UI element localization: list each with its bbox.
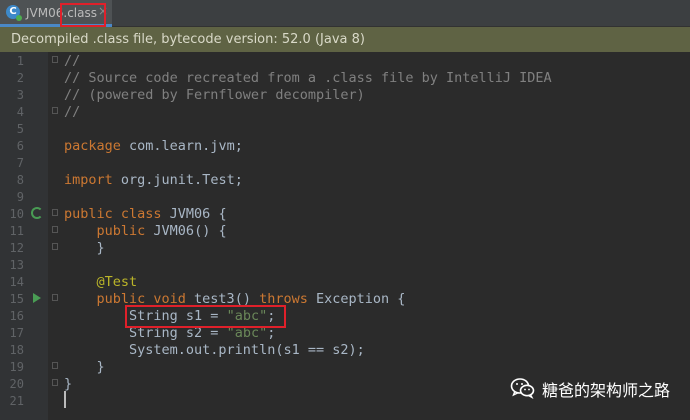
line-number: 5 xyxy=(16,122,24,136)
code-line: 16 String s1 = "abc"; xyxy=(0,307,690,324)
fold-start-icon[interactable] xyxy=(52,56,58,63)
code-line: 6 package com.learn.jvm; xyxy=(0,137,690,154)
line-number: 17 xyxy=(9,326,24,340)
close-tab-icon[interactable]: × xyxy=(98,4,108,18)
wechat-icon xyxy=(510,378,535,400)
code-text: package com.learn.jvm; xyxy=(64,138,243,154)
line-number: 2 xyxy=(16,71,24,85)
code-text: public JVM06() { xyxy=(96,223,227,239)
code-text: String s1 = "abc"; xyxy=(64,308,276,324)
java-class-icon: C xyxy=(6,5,22,21)
code-line: 3 // (powered by Fernflower decompiler) xyxy=(0,86,690,103)
code-text: } xyxy=(64,240,105,256)
fold-end-icon[interactable] xyxy=(52,107,58,114)
line-number: 10 xyxy=(9,207,24,221)
code-line: 2 // Source code recreated from a .class… xyxy=(0,69,690,86)
code-line: 13 xyxy=(0,256,690,273)
line-number: 20 xyxy=(9,377,24,391)
line-number: 11 xyxy=(9,224,24,238)
decompiled-notice-banner: Decompiled .class file, bytecode version… xyxy=(0,27,690,52)
code-text: // xyxy=(64,53,81,69)
code-text: } xyxy=(64,376,73,392)
line-number: 14 xyxy=(9,275,24,289)
text-caret xyxy=(64,391,66,408)
code-text: @Test xyxy=(96,274,138,290)
watermark-text: 糖爸的架构师之路 xyxy=(542,381,671,400)
line-number: 3 xyxy=(16,88,24,102)
tab-file-name: JVM06 xyxy=(26,6,64,20)
fold-start-icon[interactable] xyxy=(52,226,58,233)
line-number: 15 xyxy=(9,292,24,306)
code-text: // xyxy=(64,104,81,120)
code-line: 1 // xyxy=(0,52,690,69)
code-text: // Source code recreated from a .class f… xyxy=(64,70,552,86)
code-text: // (powered by Fernflower decompiler) xyxy=(64,87,365,103)
code-editor[interactable]: 1 // 2 // Source code recreated from a .… xyxy=(0,52,690,420)
watermark: 糖爸的架构师之路 xyxy=(510,373,690,403)
run-test-icon[interactable] xyxy=(33,293,41,303)
fold-start-icon[interactable] xyxy=(52,294,58,301)
code-text: public void test3() throws Exception { xyxy=(96,291,406,307)
line-number: 16 xyxy=(9,309,24,323)
code-line: 8 import org.junit.Test; xyxy=(0,171,690,188)
code-line: 14 @Test xyxy=(0,273,690,290)
code-line: 9 xyxy=(0,188,690,205)
code-text: System.out.println(s1 == s2); xyxy=(64,342,365,358)
line-number: 21 xyxy=(9,394,24,408)
line-number: 18 xyxy=(9,343,24,357)
tab-file-extension: .class xyxy=(63,6,97,20)
line-number: 4 xyxy=(16,105,24,119)
fold-end-icon[interactable] xyxy=(52,379,58,386)
run-class-icon[interactable] xyxy=(31,207,43,219)
line-number: 9 xyxy=(16,190,24,204)
banner-text: Decompiled .class file, bytecode version… xyxy=(11,32,365,47)
code-line: 18 System.out.println(s1 == s2); xyxy=(0,341,690,358)
fold-start-icon[interactable] xyxy=(52,209,58,216)
line-number: 8 xyxy=(16,173,24,187)
line-number: 6 xyxy=(16,139,24,153)
code-text: import org.junit.Test; xyxy=(64,172,243,188)
code-line: 12 } xyxy=(0,239,690,256)
line-number: 13 xyxy=(9,258,24,272)
code-text: public class JVM06 { xyxy=(64,206,227,222)
code-line: 15 public void test3() throws Exception … xyxy=(0,290,690,307)
line-number: 12 xyxy=(9,241,24,255)
code-line: 7 xyxy=(0,154,690,171)
code-line: 4 // xyxy=(0,103,690,120)
code-line: 10 public class JVM06 { xyxy=(0,205,690,222)
line-number: 1 xyxy=(16,54,24,68)
code-line: 17 String s2 = "abc"; xyxy=(0,324,690,341)
tab-jvm06-class[interactable]: C JVM06.class × xyxy=(0,0,112,27)
code-line: 5 xyxy=(0,120,690,137)
editor-tab-bar: C JVM06.class × xyxy=(0,0,690,27)
code-line: 11 public JVM06() { xyxy=(0,222,690,239)
line-number: 19 xyxy=(9,360,24,374)
fold-end-icon[interactable] xyxy=(52,243,58,250)
fold-end-icon[interactable] xyxy=(52,362,58,369)
code-text: String s2 = "abc"; xyxy=(64,325,276,341)
code-text: } xyxy=(64,359,105,375)
line-number: 7 xyxy=(16,156,24,170)
